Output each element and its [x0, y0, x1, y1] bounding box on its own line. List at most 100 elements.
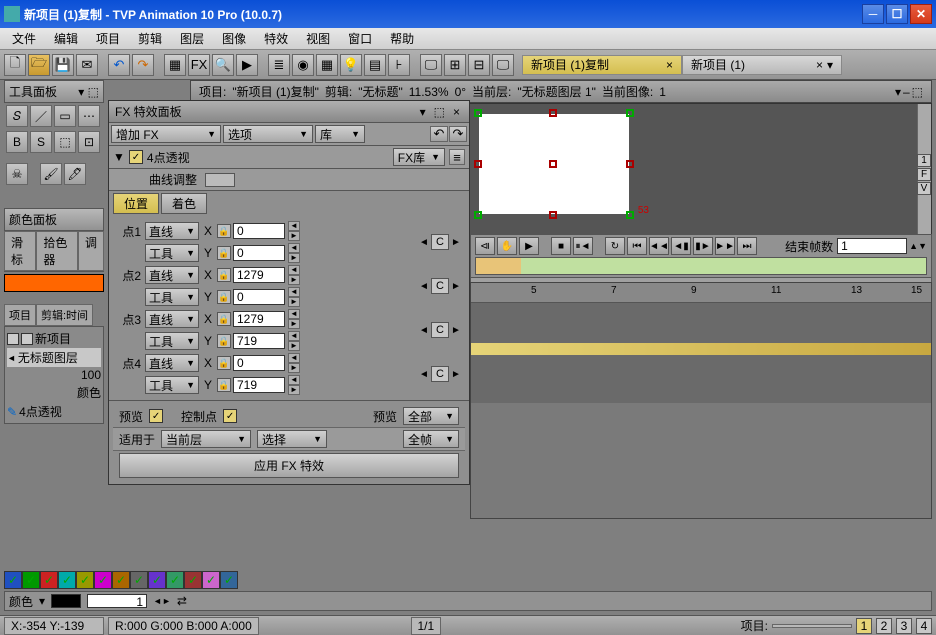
- rect-tool[interactable]: ▭: [54, 105, 76, 127]
- playback-track[interactable]: [475, 257, 927, 275]
- grid4-button[interactable]: ⊞: [444, 54, 466, 76]
- window-icon[interactable]: ⬚: [912, 85, 923, 99]
- point-mode-dropdown[interactable]: 直线▼: [145, 266, 199, 284]
- nav-left-icon[interactable]: ◄: [288, 265, 300, 275]
- nav-left-icon[interactable]: ◄: [288, 243, 300, 253]
- mail-button[interactable]: ✉: [76, 54, 98, 76]
- point-mode-dropdown[interactable]: 直线▼: [145, 354, 199, 372]
- nav-right-icon[interactable]: ►: [288, 319, 300, 329]
- swatch[interactable]: ✓: [130, 571, 148, 589]
- view-3-button[interactable]: 3: [896, 618, 912, 634]
- measure-button[interactable]: ⊦: [388, 54, 410, 76]
- b-tool[interactable]: B: [6, 131, 28, 153]
- project-tab[interactable]: 项目: [4, 304, 36, 326]
- point-y-input[interactable]: 719: [233, 333, 285, 349]
- first-frame-button[interactable]: ⧏: [475, 237, 495, 255]
- point-y-input[interactable]: 0: [233, 289, 285, 305]
- hatch-button[interactable]: ▦: [164, 54, 186, 76]
- apply-fx-button[interactable]: 应用 FX 特效: [119, 453, 459, 478]
- window-icon[interactable]: ⬚: [431, 105, 448, 119]
- nav-left-icon[interactable]: ◄: [288, 309, 300, 319]
- point-y-input[interactable]: 0: [233, 245, 285, 261]
- stepper-icon[interactable]: ◄►: [153, 596, 171, 606]
- swatch[interactable]: ✓: [76, 571, 94, 589]
- swatch[interactable]: ✓: [202, 571, 220, 589]
- handle-c[interactable]: [549, 160, 557, 168]
- handle-r[interactable]: [626, 160, 634, 168]
- swatch[interactable]: ✓: [112, 571, 130, 589]
- point-mode-dropdown[interactable]: 工具▼: [145, 332, 199, 350]
- menu-image[interactable]: 图像: [214, 28, 254, 49]
- nav-right-icon[interactable]: ►: [288, 253, 300, 263]
- options-dropdown[interactable]: 选项▼: [223, 125, 313, 143]
- view-f[interactable]: F: [917, 168, 931, 181]
- c-button[interactable]: C: [431, 234, 449, 250]
- stop-button[interactable]: ■: [551, 237, 571, 255]
- minimize-button[interactable]: ─: [862, 4, 884, 24]
- point-mode-dropdown[interactable]: 工具▼: [145, 244, 199, 262]
- point-x-input[interactable]: 1279: [233, 267, 285, 283]
- monitor-button[interactable]: 🖵: [420, 54, 442, 76]
- step-back-button[interactable]: ◄▮: [671, 237, 691, 255]
- handle-b[interactable]: [549, 211, 557, 219]
- prev-icon[interactable]: ◄: [419, 325, 429, 336]
- nav-right-icon[interactable]: ►: [288, 275, 300, 285]
- bottom-value-input[interactable]: 1: [87, 594, 147, 608]
- skull-tool[interactable]: ☠: [6, 163, 28, 185]
- hand-button[interactable]: ✋: [497, 237, 517, 255]
- brush-tool[interactable]: 🖌: [40, 163, 62, 185]
- nav-left-icon[interactable]: ◄: [288, 353, 300, 363]
- handle-tl[interactable]: [474, 109, 482, 117]
- swatch[interactable]: ✓: [184, 571, 202, 589]
- checkbox[interactable]: [21, 333, 33, 345]
- swatch[interactable]: ✓: [4, 571, 22, 589]
- curve-toggle[interactable]: [205, 173, 235, 187]
- lock-icon[interactable]: 🔒: [217, 378, 231, 392]
- ctrl-points-checkbox[interactable]: ✓: [223, 409, 237, 423]
- chevron-down-icon[interactable]: ▾: [823, 58, 833, 72]
- close-icon[interactable]: ×: [658, 58, 673, 72]
- nav-left-icon[interactable]: ◄: [288, 375, 300, 385]
- loop-button[interactable]: ↻: [605, 237, 625, 255]
- chevron-down-icon[interactable]: ▾: [417, 105, 429, 119]
- point-y-input[interactable]: 719: [233, 377, 285, 393]
- redo-icon[interactable]: ↷: [449, 126, 467, 142]
- preview-all-dropdown[interactable]: 全部▼: [403, 407, 459, 425]
- fx-panel-title[interactable]: FX 特效面板 ▾⬚×: [109, 101, 469, 123]
- screen-button[interactable]: 🖵: [492, 54, 514, 76]
- chevron-down-icon[interactable]: ▾ ⬚: [78, 85, 99, 99]
- apply-to-dropdown[interactable]: 当前层▼: [161, 430, 251, 448]
- close-button[interactable]: ✕: [910, 4, 932, 24]
- next-icon[interactable]: ►: [451, 369, 461, 380]
- grid2-button[interactable]: ⊟: [468, 54, 490, 76]
- lock-icon[interactable]: 🔒: [217, 356, 231, 370]
- light-button[interactable]: 💡: [340, 54, 362, 76]
- point-mode-dropdown[interactable]: 直线▼: [145, 310, 199, 328]
- menu-fx[interactable]: 特效: [256, 28, 296, 49]
- clip-time-tab[interactable]: 剪辑:时间: [36, 304, 93, 326]
- c-button[interactable]: C: [431, 366, 449, 382]
- nav-right-icon[interactable]: ►: [288, 363, 300, 373]
- row-layer[interactable]: 无标题图层: [18, 349, 78, 366]
- menu-help[interactable]: 帮助: [382, 28, 422, 49]
- lock-icon[interactable]: 🔒: [217, 312, 231, 326]
- view-v[interactable]: V: [917, 182, 931, 195]
- nav-right-icon[interactable]: ►: [288, 231, 300, 241]
- skip-start-button[interactable]: ⏮: [627, 237, 647, 255]
- handle-tr[interactable]: [626, 109, 634, 117]
- point-x-input[interactable]: 0: [233, 223, 285, 239]
- menu-file[interactable]: 文件: [4, 28, 44, 49]
- maximize-button[interactable]: ☐: [886, 4, 908, 24]
- nav-right-icon[interactable]: ►: [288, 341, 300, 351]
- library-dropdown[interactable]: 库▼: [315, 125, 365, 143]
- swatch[interactable]: ✓: [58, 571, 76, 589]
- collapse-icon[interactable]: ▼: [113, 150, 125, 164]
- point-mode-dropdown[interactable]: 工具▼: [145, 288, 199, 306]
- swatch[interactable]: ✓: [22, 571, 40, 589]
- checkbox[interactable]: [7, 333, 19, 345]
- undo-button[interactable]: ↶: [108, 54, 130, 76]
- nav-right-icon[interactable]: ►: [288, 297, 300, 307]
- menu-view[interactable]: 视图: [298, 28, 338, 49]
- canvas-document[interactable]: 53: [479, 114, 629, 214]
- row-fx[interactable]: 4点透视: [19, 403, 62, 420]
